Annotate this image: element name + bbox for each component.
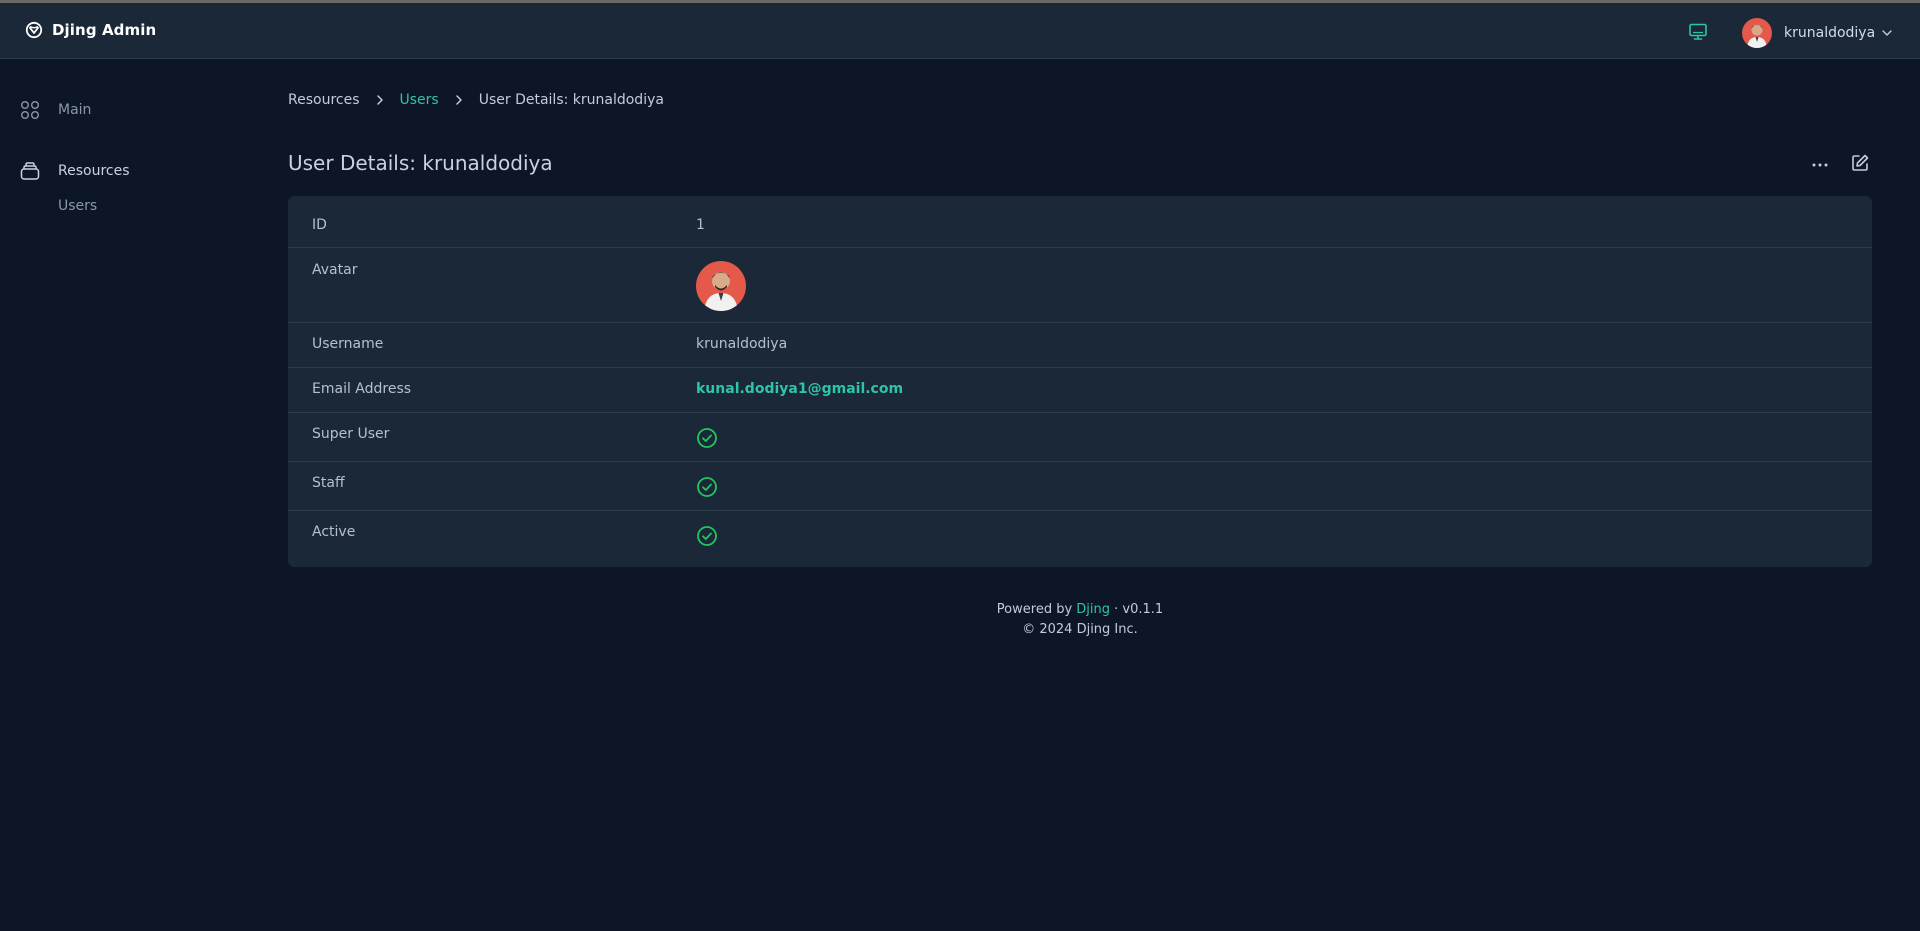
sidebar-item-resources[interactable]: Resources (20, 161, 130, 181)
username-label: krunaldodiya (1784, 25, 1876, 41)
sidebar-item-users[interactable]: Users (58, 198, 97, 214)
detail-value: 1 (696, 217, 705, 233)
email-link[interactable]: kunal.dodiya1@gmail.com (696, 381, 903, 397)
page-title: User Details: krunaldodiya (288, 151, 553, 175)
detail-value: krunaldodiya (696, 336, 788, 352)
breadcrumb: Resources Users User Details: krunaldodi… (288, 92, 664, 108)
sidebar-item-main[interactable]: Main (20, 100, 91, 120)
chevron-right-icon (373, 93, 387, 107)
detail-row-avatar: Avatar (288, 248, 1872, 323)
detail-label: Super User (312, 426, 390, 442)
version-label: · v0.1.1 (1110, 602, 1164, 617)
djing-link[interactable]: Djing (1076, 602, 1110, 617)
detail-row-superuser: Super User (288, 413, 1872, 462)
detail-row-active: Active (288, 511, 1872, 567)
theme-toggle-monitor-icon[interactable] (1688, 22, 1708, 42)
avatar-image (696, 261, 746, 311)
top-bar: Djing Admin krunaldodiya (0, 3, 1920, 59)
footer: Powered by Djing · v0.1.1 © 2024 Djing I… (288, 600, 1872, 640)
check-circle-icon (696, 427, 718, 449)
edit-icon[interactable] (1850, 153, 1870, 173)
detail-row-email: Email Address kunal.dodiya1@gmail.com (288, 368, 1872, 413)
check-circle-icon (696, 525, 718, 547)
breadcrumb-current: User Details: krunaldodiya (478, 92, 664, 108)
detail-label: Email Address (312, 381, 412, 397)
grid-icon (20, 100, 40, 120)
detail-label: Username (312, 336, 384, 352)
djing-logo-icon (25, 21, 43, 39)
detail-label: Active (312, 524, 356, 540)
detail-label: Avatar (312, 262, 358, 278)
powered-by: Powered by Djing · v0.1.1 (288, 600, 1872, 620)
user-menu[interactable]: krunaldodiya (1742, 18, 1893, 48)
detail-row-staff: Staff (288, 462, 1872, 511)
stack-icon (20, 161, 40, 181)
sidebar-item-label: Main (58, 102, 92, 118)
chevron-right-icon (452, 93, 466, 107)
detail-label: Staff (312, 475, 345, 491)
breadcrumb-resources[interactable]: Resources (288, 92, 360, 108)
detail-label: ID (312, 217, 327, 233)
detail-row-id: ID 1 (288, 196, 1872, 248)
powered-prefix: Powered by (996, 602, 1077, 617)
avatar (1742, 18, 1772, 48)
copyright: © 2024 Djing Inc. (1022, 622, 1138, 637)
more-options-icon[interactable] (1810, 155, 1830, 175)
breadcrumb-users[interactable]: Users (400, 92, 439, 108)
chevron-down-icon (1881, 27, 1893, 39)
app-title: Djing Admin (52, 21, 157, 39)
details-card: ID 1 Avatar Username krunaldodiya Email … (288, 196, 1872, 567)
avatar (696, 261, 746, 311)
brand[interactable]: Djing Admin (25, 21, 156, 39)
check-circle-icon (696, 476, 718, 498)
sidebar-item-label: Resources (58, 163, 130, 179)
detail-row-username: Username krunaldodiya (288, 323, 1872, 368)
